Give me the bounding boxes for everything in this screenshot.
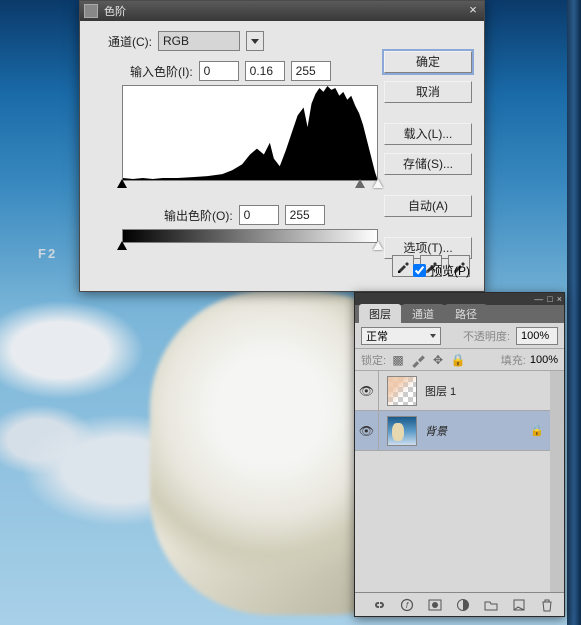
opacity-label: 不透明度: (463, 328, 510, 344)
channel-label: 通道(C): (108, 33, 152, 50)
tab-layers[interactable]: 图层 (359, 304, 401, 323)
channel-value[interactable] (158, 31, 240, 51)
lock-label: 锁定: (361, 352, 386, 368)
panel-footer: f (355, 592, 564, 616)
lock-brush-icon[interactable] (410, 352, 426, 368)
output-slider-track[interactable] (122, 243, 378, 255)
new-layer-icon[interactable] (512, 598, 526, 612)
link-layers-icon[interactable] (372, 598, 386, 612)
input-black-handle[interactable] (117, 179, 127, 188)
lock-transparency-icon[interactable]: ▩ (390, 352, 406, 368)
preview-row: 预览(P) (413, 262, 470, 279)
save-button[interactable]: 存储(S)... (384, 153, 472, 175)
adjustment-layer-icon[interactable] (456, 598, 470, 612)
output-white-handle[interactable] (373, 241, 383, 250)
panel-minimize-icon[interactable]: — (534, 294, 543, 304)
output-black-handle[interactable] (117, 241, 127, 250)
delete-layer-icon[interactable] (540, 598, 554, 612)
panel-lock-row: 锁定: ▩ ✥ 🔒 填充: 100% (355, 349, 564, 371)
blend-mode-value: 正常 (366, 328, 388, 344)
layer-style-icon[interactable]: f (400, 598, 414, 612)
input-gamma-handle[interactable] (355, 179, 365, 188)
ok-button[interactable]: 确定 (384, 51, 472, 73)
layers-list: 👁 图层 1 👁 背景 🔒 (355, 371, 564, 592)
panel-tabs: 图层 通道 路径 (355, 305, 564, 323)
cancel-button[interactable]: 取消 (384, 81, 472, 103)
opacity-value: 100% (521, 330, 549, 342)
dialog-button-column: 确定 取消 载入(L)... 存储(S)... 自动(A) 选项(T)... (384, 51, 472, 259)
load-button[interactable]: 载入(L)... (384, 123, 472, 145)
preview-checkbox[interactable] (413, 264, 426, 277)
layer-thumbnail[interactable] (387, 376, 417, 406)
output-gradient (122, 229, 378, 243)
close-icon[interactable]: × (466, 4, 480, 18)
layers-panel: — □ × 图层 通道 路径 正常 不透明度: 100% 锁定: ▩ ✥ 🔒 填… (354, 292, 565, 617)
levels-dialog: 色阶 × 通道(C): 输入色阶(I): 输出色阶( (79, 0, 485, 292)
layer-name[interactable]: 图层 1 (425, 383, 456, 399)
fill-label: 填充: (501, 352, 526, 368)
svg-text:f: f (406, 601, 409, 610)
fill-field[interactable]: 100% (530, 354, 558, 366)
canvas-logo-text: F2 (38, 246, 57, 261)
panel-options-row: 正常 不透明度: 100% (355, 323, 564, 349)
visibility-eye-icon[interactable]: 👁 (355, 411, 379, 450)
blend-mode-select[interactable]: 正常 (361, 327, 441, 345)
dialog-titlebar[interactable]: 色阶 × (80, 1, 484, 21)
eyedropper-black-icon[interactable] (392, 255, 414, 277)
layer-mask-icon[interactable] (428, 598, 442, 612)
layer-name[interactable]: 背景 (425, 423, 447, 439)
visibility-eye-icon[interactable]: 👁 (355, 371, 379, 410)
chevron-down-icon[interactable] (246, 31, 264, 51)
histogram (122, 85, 378, 181)
panel-maximize-icon[interactable]: □ (547, 294, 552, 304)
input-white-handle[interactable] (373, 179, 383, 188)
canvas-right-edge (567, 0, 581, 625)
channel-select[interactable] (158, 31, 264, 51)
dialog-title: 色阶 (104, 3, 126, 19)
tab-paths[interactable]: 路径 (445, 304, 487, 323)
output-white-field[interactable] (285, 205, 325, 225)
panel-close-icon[interactable]: × (557, 294, 562, 304)
input-black-field[interactable] (199, 61, 239, 81)
lock-all-icon[interactable]: 🔒 (450, 352, 466, 368)
output-black-field[interactable] (239, 205, 279, 225)
preview-label[interactable]: 预览(P) (430, 262, 470, 279)
dialog-body: 通道(C): 输入色阶(I): 输出色阶(O): (80, 21, 484, 293)
fill-value: 100% (530, 354, 558, 366)
opacity-field[interactable]: 100% (516, 327, 558, 345)
layer-thumbnail[interactable] (387, 416, 417, 446)
input-gamma-field[interactable] (245, 61, 285, 81)
output-levels-label: 输出色阶(O): (164, 207, 233, 224)
input-levels-label: 输入色阶(I): (130, 63, 193, 80)
lock-move-icon[interactable]: ✥ (430, 352, 446, 368)
layer-group-icon[interactable] (484, 598, 498, 612)
tab-channels[interactable]: 通道 (402, 304, 444, 323)
input-white-field[interactable] (291, 61, 331, 81)
lock-icon: 🔒 (530, 424, 544, 437)
layer-row[interactable]: 👁 背景 🔒 (355, 411, 550, 451)
dialog-icon (84, 4, 98, 18)
auto-button[interactable]: 自动(A) (384, 195, 472, 217)
layer-row[interactable]: 👁 图层 1 (355, 371, 550, 411)
input-slider-track[interactable] (122, 181, 378, 191)
